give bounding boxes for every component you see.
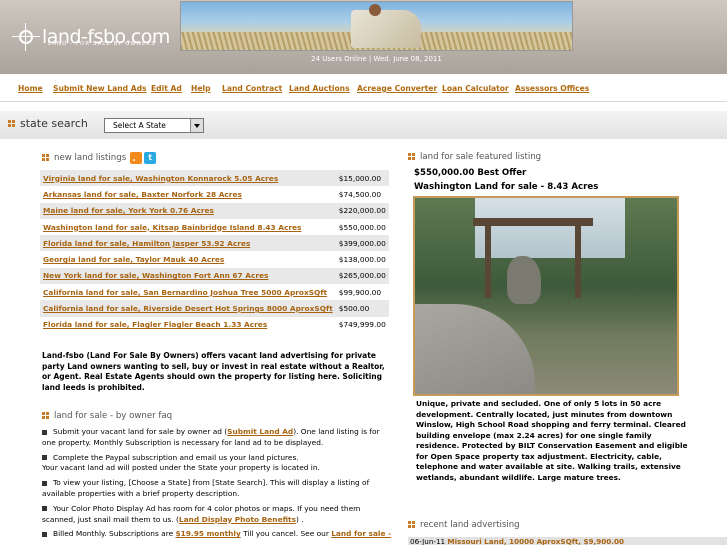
featured-price: $550,000.00 Best Offer [414,168,527,178]
nav-assessors-offices[interactable]: Assessors Offices [515,84,589,93]
submit-land-ad-link[interactable]: Submit Land Ad [227,427,293,436]
featured-description: Unique, private and secluded. One of onl… [416,399,688,482]
nav-land-auctions[interactable]: Land Auctions [289,84,350,93]
listing-price: $99,900.00 [338,287,382,297]
bullet-icon [42,506,47,512]
header-banner-image [180,1,573,51]
faq-list: Submit your vacant land for sale by owne… [42,427,392,544]
listing-link[interactable]: Florida land for sale, Flagler Flagler B… [43,320,267,329]
table-row: California land for sale, Riverside Dese… [40,300,389,317]
featured-property-photo[interactable] [413,196,679,396]
listing-price: $220,000.00 [335,202,389,219]
recent-ad-date: 06-Jun-11 [410,537,446,545]
table-row: Florida land for sale, Flagler Flagler B… [40,317,389,333]
bullet-icon [8,119,16,128]
bullet-icon [42,412,50,420]
nav-land-contract[interactable]: Land Contract [222,84,282,93]
new-land-listings-title: new land listings t [42,152,157,164]
bullet-icon [42,455,47,461]
bullet-icon [42,154,50,162]
rss-icon[interactable] [130,152,143,164]
site-header: land-fsbo.com LAND - FOR SALE BY OWNERS … [0,0,727,74]
listing-link[interactable]: Florida land for sale, Hamilton Jasper 5… [43,239,250,248]
listing-link[interactable]: Virginia land for sale, Washington Konna… [43,174,278,183]
bullet-icon [42,480,47,486]
faq-item: Billed Monthly. Subscriptions are $19.95… [42,529,392,540]
bullet-icon [408,153,416,161]
listing-link[interactable]: Georgia land for sale, Taylor Mauk 40 Ac… [43,255,224,264]
bullet-icon [42,429,47,435]
chevron-down-icon[interactable] [190,119,203,132]
faq-item: Submit your vacant land for sale by owne… [42,427,380,447]
table-row: Maine land for sale, York York 0.76 Acre… [40,202,389,219]
listing-link[interactable]: New York land for sale, Washington Fort … [43,271,268,280]
users-online-status: 24 Users Online | Wed. June 08, 2011 [311,55,442,63]
listing-link[interactable]: California land for sale, Riverside Dese… [43,304,333,313]
listing-link[interactable]: California land for sale, San Bernardino… [43,288,327,297]
listing-link[interactable]: Washington land for sale, Kitsap Bainbri… [43,223,301,232]
faq-item: Your Color Photo Display Ad has room for… [42,503,361,524]
table-row: Georgia land for sale, Taylor Mauk 40 Ac… [40,251,389,267]
listing-price: $15,000.00 [335,170,389,187]
nav-home[interactable]: Home [18,84,43,93]
bullet-icon [408,521,416,529]
listing-price: $74,500.00 [338,189,382,199]
nav-submit-new-land-ads[interactable]: Submit New Land Ads [53,84,147,93]
listing-price: $550,000.00 [338,222,386,232]
recent-ad-row: 06-Jun-11 Missouri Land, 10000 AproxSQft… [410,537,624,545]
land-display-photo-benefits-link[interactable]: Land Display Photo Benefits [179,515,296,524]
listing-link[interactable]: Arkansas land for sale, Baxter Norfork 2… [43,190,242,199]
listing-price: $500.00 [335,300,389,317]
logo-tagline: LAND - FOR SALE BY OWNERS [48,41,156,47]
listing-price: $749,999.00 [338,320,386,330]
nav-edit-ad[interactable]: Edit Ad [151,84,182,93]
monthly-price-link[interactable]: $19.95 monthly [175,529,240,538]
faq-title: land for sale - by owner faq [42,411,172,421]
recent-advertising-title: recent land advertising [408,520,520,530]
featured-property-title[interactable]: Washington Land for sale - 8.43 Acres [414,182,598,192]
listing-price: $138,000.00 [338,255,386,265]
land-for-sale-link[interactable]: Land for sale - [331,529,391,538]
state-search-title: state search [8,117,88,130]
table-row: California land for sale, San Bernardino… [40,284,389,300]
table-row: New York land for sale, Washington Fort … [40,267,389,285]
listing-price: $265,000.00 [335,267,389,285]
site-intro-text: Land-fsbo (Land For Sale By Owners) offe… [42,351,385,392]
table-row: Virginia land for sale, Washington Konna… [40,170,389,187]
crosshair-icon [12,23,40,51]
nav-acreage-converter[interactable]: Acreage Converter [357,84,437,93]
table-row: Florida land for sale, Hamilton Jasper 5… [40,235,389,252]
state-select[interactable]: Select A State [104,118,204,133]
recent-ad-link[interactable]: Missouri Land, 10000 AproxSQft, $9,900.0… [447,537,624,545]
table-row: Arkansas land for sale, Baxter Norfork 2… [40,186,389,202]
listing-link[interactable]: Maine land for sale, York York 0.76 Acre… [43,206,214,215]
bullet-icon [42,531,47,537]
faq-item: Complete the Paypal subscription and ema… [42,452,320,473]
nav-loan-calculator[interactable]: Loan Calculator [442,84,509,93]
featured-listing-title: land for sale featured listing [408,152,541,162]
nav-help[interactable]: Help [191,84,211,93]
main-nav: Home Submit New Land Ads Edit Ad Help La… [0,74,727,102]
faq-item: To view your listing, [Choose a State] f… [42,478,370,498]
land-listings-table: Virginia land for sale, Washington Konna… [40,170,389,333]
site-logo[interactable]: land-fsbo.com [12,22,170,52]
listing-price: $399,000.00 [335,235,389,252]
table-row: Washington land for sale, Kitsap Bainbri… [40,219,389,235]
twitter-icon[interactable]: t [144,152,157,164]
